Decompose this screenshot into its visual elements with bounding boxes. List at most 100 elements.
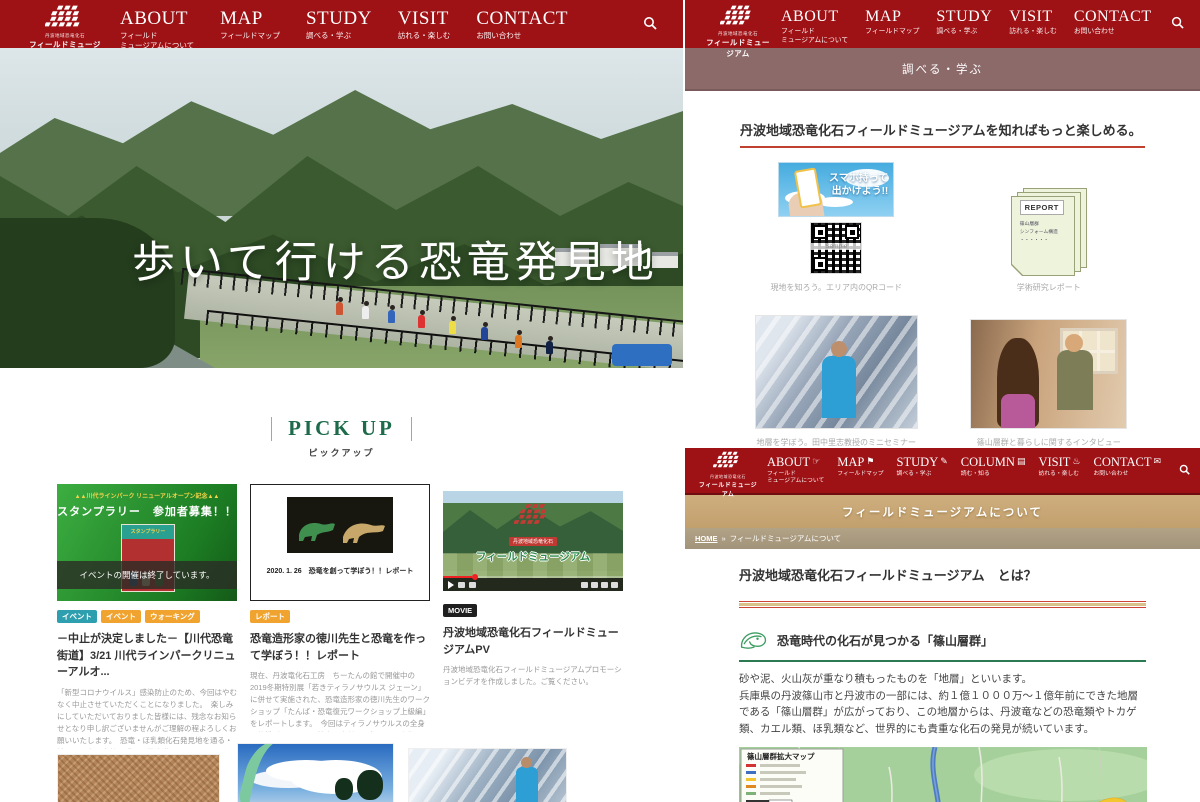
flag-icon: ⚑	[866, 456, 874, 466]
nav-item-study[interactable]: STUDY 調べる・学ぶ	[306, 9, 372, 48]
nav-item-about[interactable]: ABOUT☞ フィールド ミュージアムについて	[767, 456, 824, 493]
person-figure	[418, 315, 425, 328]
site-logo[interactable]: 丹波地域恐竜化石 フィールドミュージアム	[703, 5, 773, 48]
video-thumbnail[interactable]: 丹波地域恐竜化石 フィールドミュージアム	[443, 491, 623, 591]
miniplayer-icon[interactable]	[591, 582, 598, 588]
qr-code[interactable]: Sample	[810, 222, 862, 274]
interview-item: 篠山層群と暮らしに関するインタビュー	[970, 319, 1127, 448]
nav-item-map[interactable]: MAP フィールドマップ	[865, 9, 919, 48]
map-legend-title: 篠山層群拡大マップ	[747, 751, 815, 761]
card-title[interactable]: －中止が決定しました－【川代恐竜街道】3/21 川代ラインパークリニューアルオ.…	[57, 631, 237, 681]
nav-item-about[interactable]: ABOUT フィールド ミュージアムについて	[120, 9, 194, 48]
card-excerpt: 「新型コロナウイルス」感染防止のため、今回はやむなく中止させていただくことになり…	[57, 687, 237, 749]
main-nav: ABOUT フィールド ミュージアムについて MAP フィールドマップ STUD…	[781, 9, 1152, 48]
card-excerpt: 丹波地域恐竜化石フィールドミュージアムプロモーションビデオを作成しました。ご覧く…	[443, 664, 623, 688]
breadcrumb-home-link[interactable]: HOME	[695, 534, 718, 543]
section-heading: 丹波地域恐竜化石フィールドミュージアムを知ればもっと楽しめる。	[740, 120, 1145, 148]
nav-item-map[interactable]: MAP フィールドマップ	[220, 9, 280, 48]
nav-item-visit[interactable]: VISIT 訪れる・楽しむ	[398, 9, 451, 48]
qr-watermark: Sample	[811, 243, 861, 250]
tag-movie[interactable]: MOVIE	[443, 604, 477, 617]
strata-logo-icon	[720, 5, 756, 25]
seminar-item: 地層を学ぼう。田中里志教授のミニセミナー	[755, 315, 918, 448]
tag-walking[interactable]: ウォーキング	[145, 610, 200, 623]
breadcrumb: HOME » フィールドミュージアムについて	[685, 528, 1200, 549]
tree	[357, 770, 383, 800]
rock-streaks	[409, 749, 566, 802]
play-icon[interactable]	[448, 581, 454, 589]
footprints-icon: ♨	[1072, 456, 1080, 466]
nav-item-column[interactable]: COLUMN▤ 読む・知る	[961, 456, 1026, 493]
smartphone-promo-image[interactable]: スマホ持って 出かけよう!!	[778, 162, 894, 217]
pickup-card-partial-seminar[interactable]	[408, 748, 567, 802]
nav-item-map[interactable]: MAP⚑ フィールドマップ	[837, 456, 883, 493]
search-icon[interactable]	[1179, 462, 1190, 493]
site-header: 丹波地域恐竜化石 フィールドミュージアム ABOUT フィールド ミュージアムに…	[685, 0, 1200, 48]
logo-subtext: 丹波地域恐竜化石	[26, 33, 104, 39]
fullscreen-icon[interactable]	[611, 582, 618, 588]
pickup-card-pv-movie[interactable]: 丹波地域恐竜化石 フィールドミュージアム	[443, 484, 623, 688]
site-logo[interactable]: 丹波地域恐竜化石 フィールドミュージアム	[697, 451, 759, 493]
home-page: 丹波地域恐竜化石 フィールドミュージアム ABOUT フィールド ミュージアムに…	[0, 0, 683, 802]
interviewer-figure	[997, 338, 1039, 428]
report-illustration[interactable]: REPORT 篠山層群 シンフォーム構造 ・・・・・・	[1011, 188, 1087, 274]
settings-icon[interactable]	[581, 582, 588, 588]
pickup-title: PICK UP	[288, 416, 395, 441]
page-title-banner: フィールドミュージアムについて	[685, 495, 1200, 528]
next-icon[interactable]	[458, 582, 465, 588]
museum-logo: 丹波地域恐竜化石 フィールドミュージアム	[443, 503, 623, 564]
qr-app-item: スマホ持って 出かけよう!! Sample 現地を知ろう。エリア内のQRコード	[770, 162, 902, 293]
video-progress[interactable]	[443, 576, 623, 578]
nav-item-visit[interactable]: VISIT♨ 訪れる・楽しむ	[1038, 456, 1080, 493]
pickup-card-workshop-report[interactable]: 2020. 1. 26 恐竜を創って学ぼう！！レポート レポート 恐竜造形家の徳…	[250, 484, 430, 732]
item-caption: 学術研究レポート	[1011, 282, 1087, 293]
pickup-heading: PICK UP	[0, 416, 683, 441]
section-heading: 丹波地域恐竜化石フィールドミュージアム とは？	[739, 565, 1146, 590]
about-content: 丹波地域恐竜化石フィールドミュージアム とは？ 恐竜時代の化石が見つかる「篠山層…	[685, 565, 1200, 802]
person-figure	[481, 327, 488, 340]
pickup-card-stamp-rally[interactable]: ▲▲川代ラインパーク リニューアルオープン記念▲▲ スタンプラリー 参加者募集！…	[57, 484, 237, 772]
volume-icon[interactable]	[469, 582, 476, 588]
card-title[interactable]: 丹波地域恐竜化石フィールドミュージアムPV	[443, 625, 623, 658]
card-thumbnail[interactable]: 2020. 1. 26 恐竜を創って学ぼう！！レポート	[250, 484, 430, 601]
hero-image: 歩いて行ける恐竜発見地	[0, 48, 683, 368]
nav-item-about[interactable]: ABOUT フィールド ミュージアムについて	[781, 9, 848, 48]
player-right-controls	[581, 582, 618, 588]
interview-photo[interactable]	[970, 319, 1127, 429]
strata-logo-icon	[514, 503, 552, 525]
sasayama-group-map: 篠山層群拡大マップ	[739, 747, 1147, 802]
card-thumbnail[interactable]: ▲▲川代ラインパーク リニューアルオープン記念▲▲ スタンプラリー 参加者募集！…	[57, 484, 237, 601]
person-figure	[388, 310, 395, 323]
dinosaur-sketch-icon	[739, 629, 769, 653]
pickup-cards: ▲▲川代ラインパーク リニューアルオープン記念▲▲ スタンプラリー 参加者募集！…	[0, 484, 683, 772]
tree	[335, 778, 353, 800]
tag-report[interactable]: レポート	[250, 610, 290, 623]
study-page: 丹波地域恐竜化石 フィールドミュージアム ABOUT フィールド ミュージアムに…	[685, 0, 1200, 448]
body-paragraph: 砂や泥、火山灰が重なり積もったものを「地層」といいます。	[739, 671, 1146, 688]
site-header: 丹波地域恐竜化石 フィールドミュージアム ABOUT フィールド ミュージアムに…	[0, 0, 683, 48]
nav-item-study[interactable]: STUDY 調べる・学ぶ	[936, 9, 992, 48]
card-title[interactable]: 恐竜造形家の徳川先生と恐竜を作って学ぼう！！レポート	[250, 631, 430, 664]
pickup-card-partial-dinosaur-statue[interactable]	[237, 743, 394, 802]
site-logo[interactable]: 丹波地域恐竜化石 フィールドミュージアム	[26, 5, 104, 48]
nav-item-contact[interactable]: CONTACT お問い合わせ	[476, 9, 568, 48]
blue-tarp	[612, 344, 672, 366]
search-icon[interactable]	[1171, 16, 1184, 48]
dinosaur-models-photo	[287, 497, 393, 553]
pickup-card-partial-field-trip[interactable]: 人博 三枝春生主任研究員と行く	[57, 754, 220, 802]
heading-rule	[739, 601, 1146, 608]
tag-event[interactable]: イベント	[57, 610, 97, 623]
nav-item-contact[interactable]: CONTACT お問い合わせ	[1074, 9, 1152, 48]
tag-event[interactable]: イベント	[101, 610, 141, 623]
seminar-photo[interactable]	[755, 315, 918, 429]
search-icon[interactable]	[643, 16, 657, 48]
theater-icon[interactable]	[601, 582, 608, 588]
professor-figure	[822, 356, 856, 418]
video-player-bar[interactable]	[443, 578, 623, 591]
event-ended-overlay: イベントの開催は終了しています。	[57, 561, 237, 589]
nav-item-visit[interactable]: VISIT 訪れる・楽しむ	[1009, 9, 1057, 48]
nav-item-contact[interactable]: CONTACT✉ お問い合わせ	[1093, 456, 1161, 493]
divider	[271, 417, 273, 441]
nav-item-study[interactable]: STUDY✎ 調べる・学ぶ	[897, 456, 948, 493]
promo-text: スマホ持って 出かけよう!!	[829, 173, 888, 198]
